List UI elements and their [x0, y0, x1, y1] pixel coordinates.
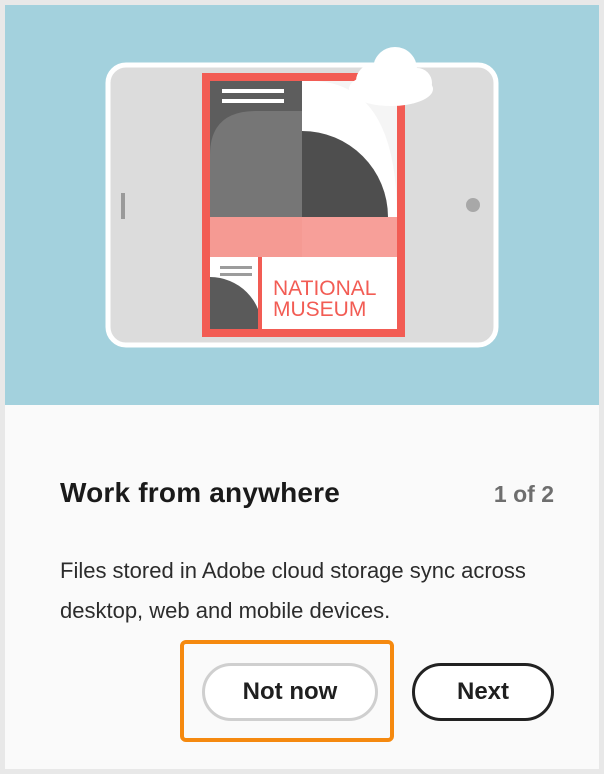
hero-illustration: NATIONAL MUSEUM — [5, 5, 599, 405]
dialog-frame: NATIONAL MUSEUM Work from anywhere 1 of … — [0, 0, 604, 774]
tablet-home-button — [466, 198, 480, 212]
onboarding-card: NATIONAL MUSEUM Work from anywhere 1 of … — [5, 5, 599, 769]
card-description: Files stored in Adobe cloud storage sync… — [60, 558, 526, 623]
poster: NATIONAL MUSEUM — [202, 73, 405, 337]
step-indicator: 1 of 2 — [493, 481, 554, 507]
card-title: Work from anywhere — [60, 477, 341, 508]
poster-text-national: NATIONAL — [273, 277, 376, 300]
tablet-side-button — [121, 193, 125, 219]
not-now-button[interactable]: Not now — [202, 663, 378, 721]
poster-text-museum: MUSEUM — [273, 298, 366, 321]
card-body: Work from anywhere 1 of 2 Files stored i… — [5, 405, 599, 769]
cloud-icon — [349, 47, 433, 106]
tablet-illustration: NATIONAL MUSEUM — [105, 47, 499, 348]
next-button[interactable]: Next — [412, 663, 554, 721]
